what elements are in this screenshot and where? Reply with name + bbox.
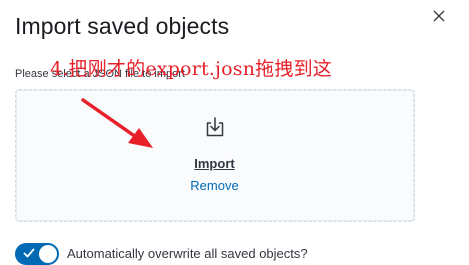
annotation-text: 4.把刚才的export.josn拖拽到这 <box>50 58 332 80</box>
close-icon <box>433 10 445 22</box>
annotation-arrow <box>81 98 153 148</box>
close-button[interactable] <box>429 6 449 26</box>
import-icon <box>206 117 224 137</box>
check-icon <box>23 248 35 258</box>
import-label: Import <box>194 156 235 171</box>
overwrite-toggle[interactable] <box>15 243 59 265</box>
overwrite-toggle-label: Automatically overwrite all saved object… <box>67 246 308 261</box>
remove-file-link[interactable]: Remove <box>0 178 429 193</box>
toggle-knob <box>39 245 57 263</box>
modal-title: Import saved objects <box>15 13 230 39</box>
